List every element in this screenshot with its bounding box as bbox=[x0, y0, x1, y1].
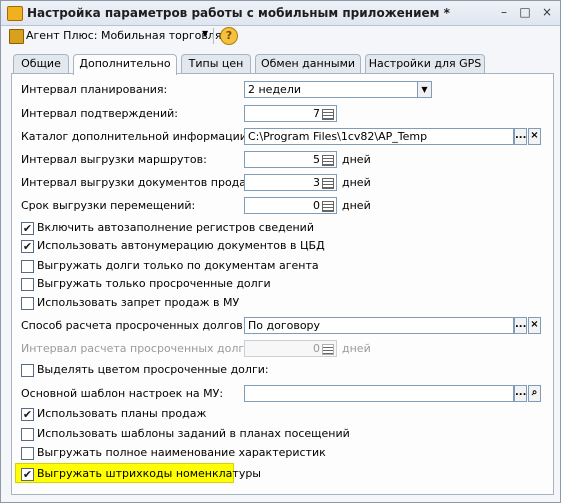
checkbox-box[interactable] bbox=[21, 260, 34, 273]
checkbox-label: Использовать шаблоны заданий в планах по… bbox=[37, 427, 350, 440]
overdue-method-label: Способ расчета просроченных долгов: bbox=[21, 319, 247, 332]
checkbox-box[interactable]: ✔ bbox=[21, 408, 34, 421]
calculator-icon[interactable] bbox=[322, 178, 334, 189]
transfers-export-input[interactable]: 0 bbox=[244, 197, 337, 214]
overdue-interval-unit: дней bbox=[342, 342, 371, 355]
main-template-input[interactable] bbox=[244, 385, 514, 402]
checkbox-label: Выгружать полное наименование характерис… bbox=[37, 446, 326, 459]
overdue-interval-label: Интервал расчета просроченных долгов: bbox=[21, 342, 262, 355]
checkbox-box[interactable] bbox=[21, 297, 34, 310]
routes-export-input[interactable]: 5 bbox=[244, 151, 337, 168]
calculator-icon[interactable] bbox=[322, 155, 334, 166]
calculator-icon[interactable] bbox=[322, 109, 334, 120]
sales-docs-export-input[interactable]: 3 bbox=[244, 174, 337, 191]
tab-gps-settings[interactable]: Настройки для GPS bbox=[365, 54, 485, 74]
overdue-method-input[interactable]: По договору bbox=[244, 317, 514, 334]
search-icon[interactable]: ⌕ bbox=[528, 385, 541, 402]
checkbox-label: Выгружать долги только по документам аге… bbox=[37, 259, 319, 272]
checkbox-box[interactable] bbox=[21, 447, 34, 460]
confirmation-interval-label: Интервал подтверждений: bbox=[21, 107, 178, 120]
extra-info-dir-input[interactable]: C:\Program Files\1cv82\AP_Temp bbox=[244, 128, 514, 145]
overdue-interval-value: 0 bbox=[313, 342, 320, 355]
overdue-interval-input: 0 bbox=[244, 340, 337, 357]
checkbox-label: Включить автозаполнение регистров сведен… bbox=[37, 221, 314, 234]
calculator-icon[interactable] bbox=[322, 201, 334, 212]
maximize-button[interactable]: □ bbox=[516, 4, 534, 21]
clear-icon[interactable]: × bbox=[528, 128, 541, 145]
confirmation-interval-value: 7 bbox=[313, 107, 320, 120]
routes-export-value: 5 bbox=[313, 153, 320, 166]
checkbox-box[interactable]: ✔ bbox=[21, 222, 34, 235]
chevron-down-icon[interactable]: ▼ bbox=[417, 81, 432, 98]
toolbar-divider bbox=[213, 28, 214, 44]
checkbox-label: Выгружать штрихкоды номенклатуры bbox=[37, 467, 261, 480]
window-title: Настройка параметров работы с мобильным … bbox=[27, 6, 450, 20]
checkbox-label: Выгружать только просроченные долги bbox=[37, 277, 271, 290]
transfers-export-label: Срок выгрузки перемещений: bbox=[21, 199, 196, 212]
planning-interval-select[interactable]: 2 недели bbox=[244, 81, 418, 98]
toolbar: Агент Плюс: Мобильная торговля ▼ ? bbox=[1, 26, 560, 46]
calculator-icon bbox=[322, 344, 334, 355]
select-button[interactable]: ... bbox=[514, 317, 527, 334]
checkbox-label: Использовать планы продаж bbox=[37, 407, 207, 420]
checkbox-box[interactable]: ✔ bbox=[21, 468, 34, 481]
confirmation-interval-input[interactable]: 7 bbox=[244, 105, 337, 122]
help-button[interactable]: ? bbox=[220, 27, 238, 45]
checkbox-box[interactable] bbox=[21, 364, 34, 377]
select-button[interactable]: ... bbox=[514, 385, 527, 402]
extra-info-dir-label: Каталог дополнительной информации: bbox=[21, 130, 251, 143]
clear-icon[interactable]: × bbox=[528, 317, 541, 334]
checkbox-label: Использовать автонумерацию документов в … bbox=[37, 239, 325, 252]
checkbox-label: Использовать запрет продаж в МУ bbox=[37, 296, 240, 309]
tab-strip: Общие Дополнительно Типы цен Обмен данны… bbox=[1, 54, 560, 75]
transfers-export-unit: дней bbox=[342, 199, 371, 212]
settings-window: Настройка параметров работы с мобильным … bbox=[0, 0, 561, 503]
sales-docs-export-label: Интервал выгрузки документов продаж: bbox=[21, 176, 260, 189]
checkbox-box[interactable] bbox=[21, 278, 34, 291]
checkbox-box[interactable] bbox=[21, 428, 34, 441]
sales-docs-export-value: 3 bbox=[313, 176, 320, 189]
tab-general[interactable]: Общие bbox=[13, 54, 69, 74]
select-button[interactable]: ... bbox=[514, 128, 527, 145]
close-button[interactable]: × bbox=[538, 4, 556, 21]
main-template-label: Основной шаблон настроек на МУ: bbox=[21, 387, 224, 400]
checkbox-label: Выделять цветом просроченные долги: bbox=[37, 363, 269, 376]
tab-data-exchange[interactable]: Обмен данными bbox=[255, 54, 361, 74]
minimize-button[interactable]: – bbox=[495, 4, 513, 21]
tab-price-types[interactable]: Типы цен bbox=[181, 54, 251, 74]
tab-additional[interactable]: Дополнительно bbox=[73, 54, 177, 75]
agent-menu-button[interactable]: Агент Плюс: Мобильная торговля bbox=[26, 29, 221, 42]
app-icon bbox=[7, 6, 23, 21]
chevron-down-icon[interactable]: ▼ bbox=[202, 29, 208, 38]
title-bar: Настройка параметров работы с мобильным … bbox=[1, 1, 560, 26]
routes-export-unit: дней bbox=[342, 153, 371, 166]
transfers-export-value: 0 bbox=[313, 199, 320, 212]
checkbox-box[interactable]: ✔ bbox=[21, 240, 34, 253]
sales-docs-export-unit: дней bbox=[342, 176, 371, 189]
planning-interval-label: Интервал планирования: bbox=[21, 83, 168, 96]
routes-export-label: Интервал выгрузки маршрутов: bbox=[21, 153, 207, 166]
agent-plus-icon bbox=[9, 29, 24, 44]
